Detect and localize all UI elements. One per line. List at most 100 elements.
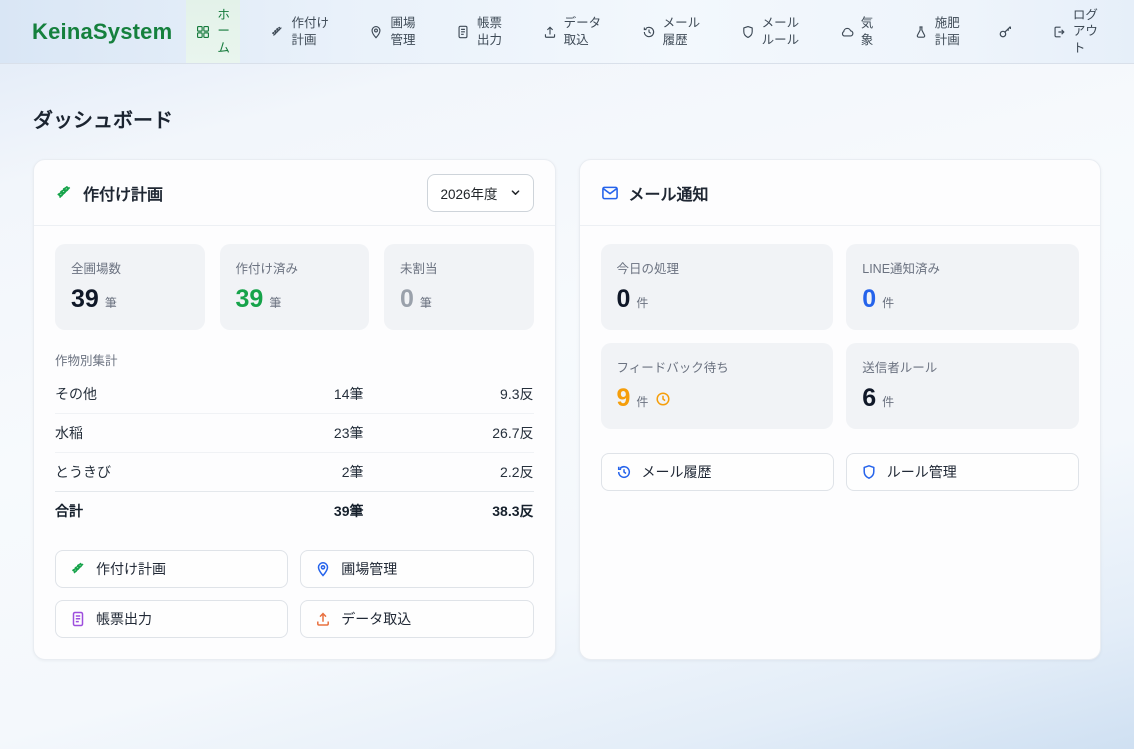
nav-item-label: データ 取込	[564, 15, 602, 48]
stat-sender-rules: 送信者ルール 6件	[846, 343, 1079, 429]
stat-value: 39	[71, 285, 99, 314]
nav-item-label: メール 履歴	[663, 15, 701, 48]
brand-logo[interactable]: KeinaSystem	[32, 19, 172, 45]
envelope-icon	[601, 184, 619, 202]
nav-item-label: 圃場 管理	[390, 15, 415, 48]
nav-item-logout[interactable]: ログ アウ ト	[1042, 0, 1108, 63]
nav-item-label: 施肥 計画	[935, 15, 960, 48]
nav-item-mail-rules[interactable]: メール ルール	[731, 0, 810, 63]
wheat-icon	[55, 184, 73, 202]
top-navbar: KeinaSystem ホ ー ム 作付け 計画 圃場 管理 帳票 出力 データ	[0, 0, 1134, 64]
stat-planted-fields: 作付け済み 39筆	[220, 244, 370, 330]
planting-card-actions: 作付け計画 圃場管理 帳票出力 データ取込	[55, 550, 534, 638]
nav-item-report-output[interactable]: 帳票 出力	[446, 0, 512, 63]
crop-area: 9.3反	[364, 384, 534, 404]
crop-breakdown-label: 作物別集計	[55, 350, 534, 375]
key-icon	[998, 24, 1013, 39]
table-row: とうきび 2筆 2.2反	[55, 452, 534, 491]
planting-card-title: 作付け計画	[55, 181, 163, 205]
stat-unit: 件	[882, 294, 894, 311]
stat-value: 0	[862, 285, 876, 314]
crop-name: とうきび	[55, 462, 244, 482]
stat-unit: 件	[636, 393, 648, 410]
mail-notification-card: メール通知 今日の処理 0件 LINE通知済み 0件 フィードバック	[579, 159, 1102, 660]
stat-unit: 件	[636, 294, 648, 311]
crop-name: 合計	[55, 501, 244, 521]
nav-item-label: メール ルール	[762, 15, 800, 48]
flask-icon	[914, 25, 928, 39]
report-output-button[interactable]: 帳票出力	[55, 600, 288, 638]
stat-unassigned-fields: 未割当 0筆	[384, 244, 534, 330]
planting-plan-button[interactable]: 作付け計画	[55, 550, 288, 588]
page-title: ダッシュボード	[33, 104, 1134, 133]
mail-card-actions: メール履歴 ルール管理	[601, 453, 1080, 491]
upload-icon	[543, 25, 557, 39]
upload-icon	[315, 611, 331, 627]
rule-management-button[interactable]: ルール管理	[846, 453, 1079, 491]
mail-stats-row1: 今日の処理 0件 LINE通知済み 0件	[601, 244, 1080, 330]
shield-icon	[861, 464, 877, 480]
table-row: その他 14筆 9.3反	[55, 375, 534, 413]
clock-history-icon	[616, 464, 632, 480]
dashboard-cards: 作付け計画 2026年度 全圃場数 39筆 作付け済み 39筆	[33, 159, 1101, 660]
wheat-icon	[70, 561, 86, 577]
stat-feedback-pending: フィードバック待ち 9件	[601, 343, 834, 429]
crop-name: 水稲	[55, 423, 244, 443]
nav-items: ホ ー ム 作付け 計画 圃場 管理 帳票 出力 データ 取込 メール 履歴	[186, 0, 1108, 63]
grid-icon	[196, 25, 210, 39]
nav-item-data-import[interactable]: データ 取込	[533, 0, 612, 63]
planting-plan-card: 作付け計画 2026年度 全圃場数 39筆 作付け済み 39筆	[33, 159, 556, 660]
planting-stats: 全圃場数 39筆 作付け済み 39筆 未割当 0筆	[55, 244, 534, 330]
crop-area: 2.2反	[364, 462, 534, 482]
mail-card-title: メール通知	[601, 181, 709, 205]
logout-icon	[1052, 25, 1066, 39]
crop-breakdown-table: その他 14筆 9.3反 水稲 23筆 26.7反 とうきび 2筆 2.2反	[55, 375, 534, 530]
stat-value: 6	[862, 384, 876, 413]
crop-area: 38.3反	[364, 501, 534, 521]
shield-icon	[741, 25, 755, 39]
table-row: 水稲 23筆 26.7反	[55, 413, 534, 452]
stat-value: 0	[400, 285, 414, 314]
mail-stats-row2: フィードバック待ち 9件 送信者ルール 6件	[601, 343, 1080, 429]
crop-count: 2筆	[244, 462, 364, 482]
nav-item-label: 作付け 計画	[291, 15, 329, 48]
stat-total-fields: 全圃場数 39筆	[55, 244, 205, 330]
year-select-value: 2026年度	[440, 183, 497, 203]
clock-icon	[655, 391, 671, 407]
nav-item-password-key[interactable]	[990, 0, 1021, 63]
nav-item-weather[interactable]: 気 象	[830, 0, 884, 63]
mail-card-body: 今日の処理 0件 LINE通知済み 0件 フィードバック待ち 9件	[580, 226, 1101, 659]
nav-item-label: ログ アウ ト	[1073, 7, 1098, 56]
pin-icon	[369, 25, 383, 39]
nav-item-fertilizer-plan[interactable]: 施肥 計画	[904, 0, 970, 63]
nav-item-label: 帳票 出力	[477, 15, 502, 48]
crop-count: 23筆	[244, 423, 364, 443]
nav-item-field-management[interactable]: 圃場 管理	[359, 0, 425, 63]
nav-item-label: ホ ー ム	[217, 7, 230, 56]
field-management-button[interactable]: 圃場管理	[300, 550, 533, 588]
file-icon	[456, 25, 470, 39]
crop-area: 26.7反	[364, 423, 534, 443]
nav-item-mail-history[interactable]: メール 履歴	[632, 0, 711, 63]
table-row-total: 合計 39筆 38.3反	[55, 491, 534, 530]
stat-value: 39	[236, 285, 264, 314]
crop-count: 14筆	[244, 384, 364, 404]
mail-history-button[interactable]: メール履歴	[601, 453, 834, 491]
year-select[interactable]: 2026年度	[427, 174, 533, 212]
stat-line-notified: LINE通知済み 0件	[846, 244, 1079, 330]
clock-history-icon	[642, 25, 656, 39]
stat-unit: 件	[882, 393, 894, 410]
cloud-icon	[840, 25, 854, 39]
planting-card-body: 全圃場数 39筆 作付け済み 39筆 未割当 0筆 作物別集計 その	[34, 226, 555, 659]
stat-value: 9	[617, 384, 631, 413]
stat-unit: 筆	[420, 294, 432, 311]
stat-today-processed: 今日の処理 0件	[601, 244, 834, 330]
nav-item-planting-plan[interactable]: 作付け 計画	[260, 0, 339, 63]
stat-unit: 筆	[105, 294, 117, 311]
data-import-button[interactable]: データ取込	[300, 600, 533, 638]
nav-item-home[interactable]: ホ ー ム	[186, 0, 240, 63]
planting-card-header: 作付け計画 2026年度	[34, 160, 555, 226]
nav-item-label: 気 象	[861, 15, 874, 48]
pin-icon	[315, 561, 331, 577]
crop-count: 39筆	[244, 501, 364, 521]
